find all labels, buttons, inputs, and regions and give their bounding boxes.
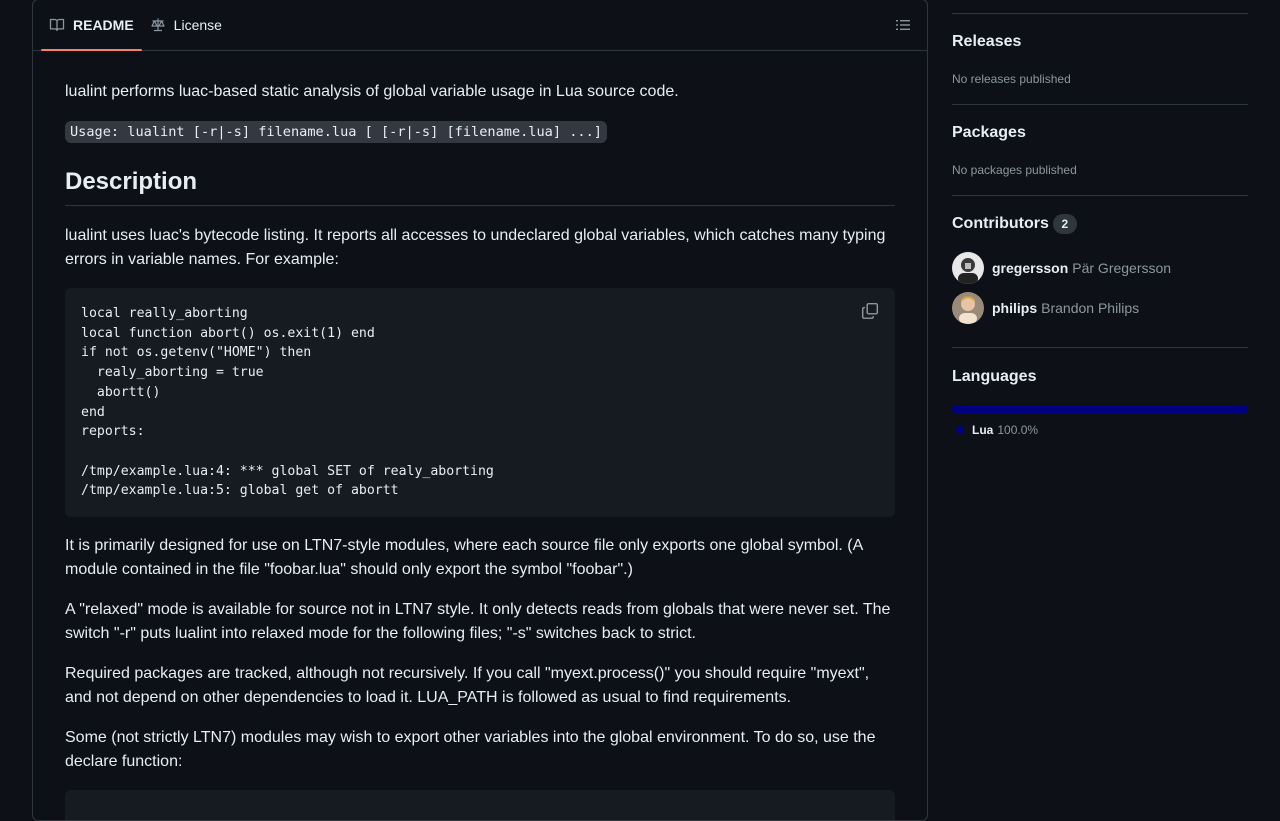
language-item[interactable]: Lua 100.0% xyxy=(952,423,1038,437)
divider xyxy=(952,347,1248,348)
intro-paragraph: lualint performs luac-based static analy… xyxy=(65,83,679,100)
usage-code: Usage: lualint [-r|-s] filename.lua [ [-… xyxy=(65,121,607,143)
contributor-login[interactable]: philips xyxy=(992,300,1037,316)
language-bar xyxy=(952,405,1248,413)
copy-icon xyxy=(861,302,879,319)
code-block-2 xyxy=(65,790,895,820)
list-unordered-icon xyxy=(896,20,910,30)
contributor-name: Brandon Philips xyxy=(1041,300,1140,316)
code-block: local really_aborting local function abo… xyxy=(65,288,895,517)
contributor-item[interactable]: philips Brandon Philips xyxy=(952,292,1139,324)
releases-empty-text: No releases published xyxy=(952,72,1071,86)
divider xyxy=(952,104,1248,105)
divider xyxy=(952,13,1248,14)
packages-empty-text: No packages published xyxy=(952,163,1077,177)
language-color-dot xyxy=(956,426,964,434)
code-text[interactable]: local really_aborting local function abo… xyxy=(81,304,879,501)
declare-paragraph: Some (not strictly LTN7) modules may wis… xyxy=(65,729,876,770)
language-name: Lua xyxy=(972,423,994,437)
book-icon xyxy=(49,18,65,32)
toc-button[interactable] xyxy=(895,17,911,38)
releases-heading[interactable]: Releases xyxy=(952,33,1021,51)
tab-license[interactable]: License xyxy=(142,0,230,50)
divider xyxy=(952,195,1248,196)
scale-icon xyxy=(151,18,165,32)
avatar[interactable] xyxy=(952,292,984,324)
readme-content: lualint performs luac-based static analy… xyxy=(65,80,895,820)
ltn7-paragraph: It is primarily designed for use on LTN7… xyxy=(65,537,863,578)
readme-tabbar: README License xyxy=(33,0,927,51)
contributors-count: 2 xyxy=(1052,214,1077,234)
contributors-header: Contributors 2 xyxy=(952,214,1077,234)
tab-license-label: License xyxy=(173,17,222,33)
contributor-item[interactable]: gregersson Pär Gregersson xyxy=(952,252,1171,284)
contributors-heading[interactable]: Contributors xyxy=(952,215,1049,233)
relaxed-paragraph: A "relaxed" mode is available for source… xyxy=(65,601,891,642)
contributor-name: Pär Gregersson xyxy=(1072,260,1172,276)
avatar[interactable] xyxy=(952,252,984,284)
languages-heading: Languages xyxy=(952,368,1037,385)
tab-readme-label: README xyxy=(73,17,134,33)
description-heading: Description xyxy=(65,167,895,206)
contributor-login[interactable]: gregersson xyxy=(992,260,1068,276)
tab-readme[interactable]: README xyxy=(41,0,142,51)
readme-panel: README License lualint performs luac-bas… xyxy=(32,0,928,821)
description-paragraph: lualint uses luac's bytecode listing. It… xyxy=(65,227,886,268)
packages-paragraph: Required packages are tracked, although … xyxy=(65,665,870,706)
language-percent: 100.0% xyxy=(997,423,1039,437)
copy-button[interactable] xyxy=(861,302,879,325)
packages-heading[interactable]: Packages xyxy=(952,124,1026,142)
